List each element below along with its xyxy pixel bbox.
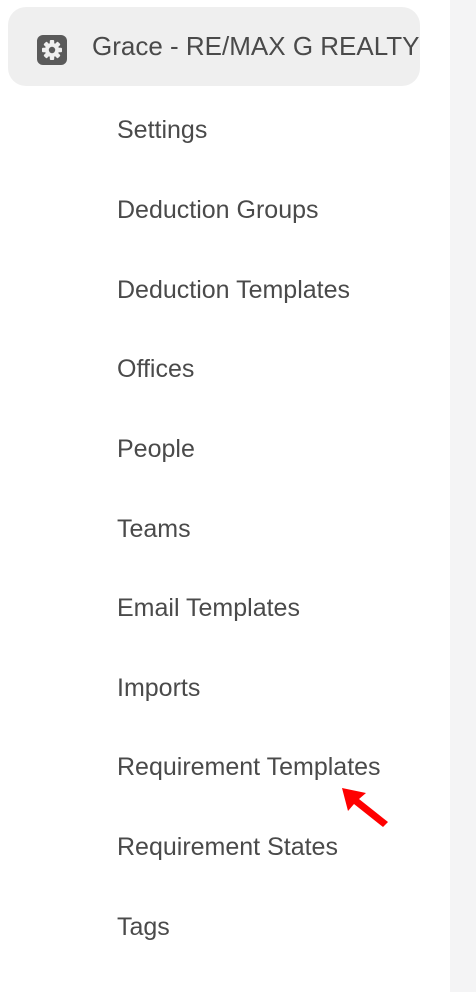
nav-item-people[interactable]: People — [117, 431, 195, 467]
account-switcher[interactable]: Grace - RE/MAX G REALTY — [8, 7, 420, 86]
nav-item-requirement-states[interactable]: Requirement States — [117, 829, 338, 865]
gear-icon — [37, 35, 67, 65]
nav-item-teams[interactable]: Teams — [117, 511, 191, 547]
arrow-cursor-icon — [338, 784, 394, 830]
nav-item-tags[interactable]: Tags — [117, 909, 170, 945]
nav-item-offices[interactable]: Offices — [117, 351, 194, 387]
nav-item-email-templates[interactable]: Email Templates — [117, 590, 300, 626]
main-content-edge — [450, 0, 476, 992]
nav-item-settings[interactable]: Settings — [117, 112, 207, 148]
nav-item-deduction-templates[interactable]: Deduction Templates — [117, 272, 350, 308]
nav-item-imports[interactable]: Imports — [117, 670, 200, 706]
nav-item-deduction-groups[interactable]: Deduction Groups — [117, 192, 319, 228]
nav-item-requirement-templates[interactable]: Requirement Templates — [117, 749, 381, 785]
sidebar: Grace - RE/MAX G REALTY Settings Deducti… — [0, 0, 450, 992]
account-name: Grace - RE/MAX G REALTY — [92, 31, 420, 61]
